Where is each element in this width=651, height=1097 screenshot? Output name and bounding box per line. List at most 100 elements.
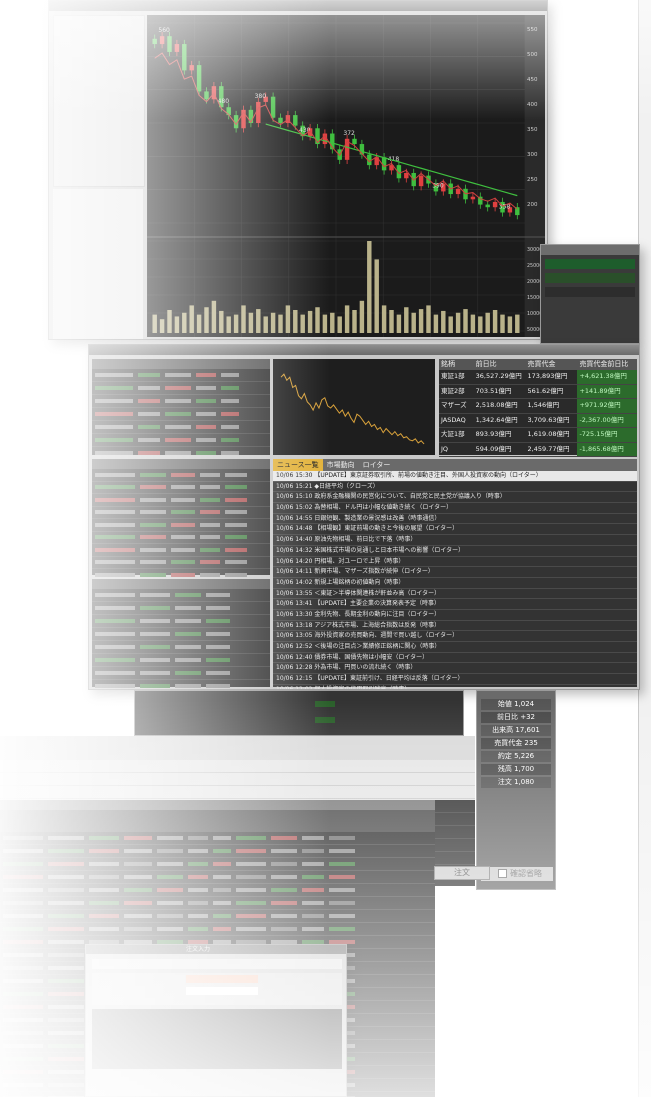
right-panel-item: 始値 1,024 [481, 699, 551, 710]
news-tabs[interactable]: ニュース一覧 市場動向 ロイター [273, 459, 637, 471]
data-row[interactable] [92, 628, 270, 641]
volume-bar [219, 310, 224, 333]
quote-row[interactable]: JQ 594.09億円 2,459.77億円 -1,865.68億円 [439, 442, 638, 457]
order-form-title: 注文入力 [186, 946, 211, 953]
mini-chart[interactable] [273, 359, 435, 455]
data-row[interactable] [92, 654, 270, 667]
data-cell [175, 671, 201, 675]
news-item[interactable]: 10/06 15:02 為替相場、ドル円は小幅な値動き続く（ロイター） [273, 503, 637, 514]
order-form-dialog[interactable]: 注文入力 [85, 944, 347, 1097]
quote-cell: JASDAQ [441, 415, 466, 424]
skip-confirm-checkbox[interactable]: 確認省略 [498, 868, 542, 879]
volume-bar [322, 314, 328, 333]
quote-row[interactable]: 大証1部 893.93億円 1,619.08億円 -725.15億円 [439, 428, 638, 443]
candle [196, 65, 202, 92]
data-cell [225, 547, 247, 552]
data-cell [140, 485, 166, 490]
data-row[interactable] [0, 832, 435, 845]
checkbox-box[interactable] [498, 869, 507, 878]
data-row[interactable] [92, 641, 270, 654]
news-panel[interactable]: ニュース一覧 市場動向 ロイター 10/06 15:30 【UPDATE】東京証… [273, 459, 637, 689]
data-row[interactable] [0, 884, 435, 897]
quote-row[interactable]: JASDAQ 1,342.64億円 3,709.63億円 -2,367.00億円 [439, 413, 638, 428]
market-overview-titlebar[interactable] [89, 345, 639, 355]
data-row[interactable] [92, 602, 270, 615]
data-row[interactable] [92, 589, 270, 602]
news-item[interactable]: 10/06 15:21 ◆日経平均（クローズ） [273, 482, 637, 493]
data-cell [221, 373, 239, 377]
news-item[interactable]: 10/06 14:40 原油先物相場、前日比で下落（時事） [273, 535, 637, 546]
news-item[interactable]: 10/06 13:30 金利先物、長期金利の動向に注目（ロイター） [273, 610, 637, 621]
news-item[interactable]: 10/06 14:11 新興市場、マザーズ指数が続伸（ロイター） [273, 567, 637, 578]
data-row[interactable] [92, 494, 270, 507]
news-item[interactable]: 10/06 12:40 債券市場、国債先物は小幅安（ロイター） [273, 653, 637, 664]
news-item[interactable]: 10/06 15:10 政府系金融機関の民営化について、自民党と民主党が協議入り… [273, 492, 637, 504]
data-cell [3, 1044, 43, 1048]
data-cell [140, 619, 170, 623]
news-item[interactable]: 10/06 14:32 米国株式市場の見通しと日本市場への影響（ロイター） [273, 546, 637, 557]
data-cell [140, 606, 170, 610]
data-row[interactable] [92, 382, 270, 395]
tab-market[interactable]: 市場動向 [323, 459, 359, 471]
quote-row[interactable]: 東証2部 703.51億円 561.62億円 +141.89億円 [439, 384, 638, 399]
quote-cell: マザーズ [441, 401, 467, 409]
data-cell [196, 399, 216, 403]
data-row[interactable] [92, 519, 270, 532]
order-confirm-button[interactable]: 注文 [434, 866, 490, 880]
news-item[interactable]: 10/06 14:02 新規上場銘柄の初値動向（時事） [273, 578, 637, 589]
quote-row[interactable]: 東証1部 36,527.29億円 173,893億円 +4,621.38億円 [439, 370, 638, 385]
volume-bar [152, 314, 157, 333]
data-row[interactable] [92, 395, 270, 408]
quote-row[interactable]: マザーズ 2,518.08億円 1,546億円 +971.92億円 [439, 399, 638, 414]
data-row[interactable] [92, 667, 270, 680]
news-item[interactable]: 10/06 15:30 【UPDATE】東京証券取引所、前場の値動き注目、外国人… [273, 471, 637, 482]
data-row[interactable] [0, 897, 435, 910]
data-row[interactable] [0, 858, 435, 871]
data-row[interactable] [92, 615, 270, 628]
news-list[interactable]: 10/06 15:30 【UPDATE】東京証券取引所、前場の値動き注目、外国人… [273, 471, 637, 689]
data-cell [95, 425, 133, 429]
data-row[interactable] [92, 434, 270, 447]
quote-cell: 大証1部 [441, 430, 465, 438]
data-row[interactable] [92, 469, 270, 482]
data-row[interactable] [92, 557, 270, 569]
data-row[interactable] [92, 408, 270, 421]
tab-news[interactable]: ニュース一覧 [273, 459, 323, 471]
price-axis-tick: 400 [527, 102, 538, 108]
news-item[interactable]: 10/06 12:52 ＜後場の注目点＞業績修正銘柄に関心（時事） [273, 642, 637, 653]
data-row[interactable] [0, 910, 435, 923]
chart-window-titlebar[interactable] [49, 1, 547, 11]
ranking-panel[interactable] [92, 459, 270, 582]
news-item[interactable]: 10/06 14:48 【相場観】東証前場の動きと今後の展望（ロイター） [273, 524, 637, 536]
news-item[interactable]: 10/06 14:55 日銀短観、製造業の景況感は改善（時事通信） [273, 514, 637, 525]
order-quantity-input[interactable] [186, 987, 258, 995]
symbol-list-panel[interactable] [53, 15, 145, 187]
data-row[interactable] [0, 845, 435, 858]
movers-panel[interactable] [92, 579, 270, 689]
news-item[interactable]: 10/06 12:15 【UPDATE】東証前引け、日経平均は反落（ロイター） [273, 674, 637, 685]
data-cell [48, 1005, 84, 1009]
order-price-input[interactable] [186, 975, 258, 983]
data-row[interactable] [92, 421, 270, 434]
news-item[interactable]: 10/06 14:20 円相場、対ユーロで上昇（時事） [273, 557, 637, 568]
data-row[interactable] [92, 482, 270, 494]
volume-bar [352, 310, 357, 333]
data-row[interactable] [0, 871, 435, 884]
data-row[interactable] [92, 544, 270, 557]
news-item[interactable]: 10/06 13:05 海外投資家の売買動向、週間で買い越し（ロイター） [273, 631, 637, 642]
news-item[interactable]: 10/06 13:55 ＜東証＞半導体関連株が軒並み高（ロイター） [273, 589, 637, 600]
watchlist-panel[interactable] [92, 359, 270, 460]
data-row[interactable] [0, 923, 435, 936]
data-cell [271, 875, 297, 879]
board-toolbar[interactable] [0, 736, 475, 760]
tab-reuters[interactable]: ロイター [359, 459, 395, 471]
data-row[interactable] [92, 680, 270, 689]
data-row[interactable] [92, 507, 270, 519]
news-item[interactable]: 10/06 12:28 外為市場、円買いの流れ続く（時事） [273, 663, 637, 675]
news-item[interactable]: 10/06 13:18 アジア株式市場、上海総合指数は反発（時事） [273, 621, 637, 632]
data-row[interactable] [92, 369, 270, 382]
data-cell [175, 658, 201, 662]
candlestick-chart[interactable]: 560480380430 372418390358 550500450400350… [147, 15, 545, 337]
data-row[interactable] [92, 532, 270, 544]
news-item[interactable]: 10/06 13:41 【UPDATE】主要企業の決算発表予定（時事） [273, 599, 637, 610]
